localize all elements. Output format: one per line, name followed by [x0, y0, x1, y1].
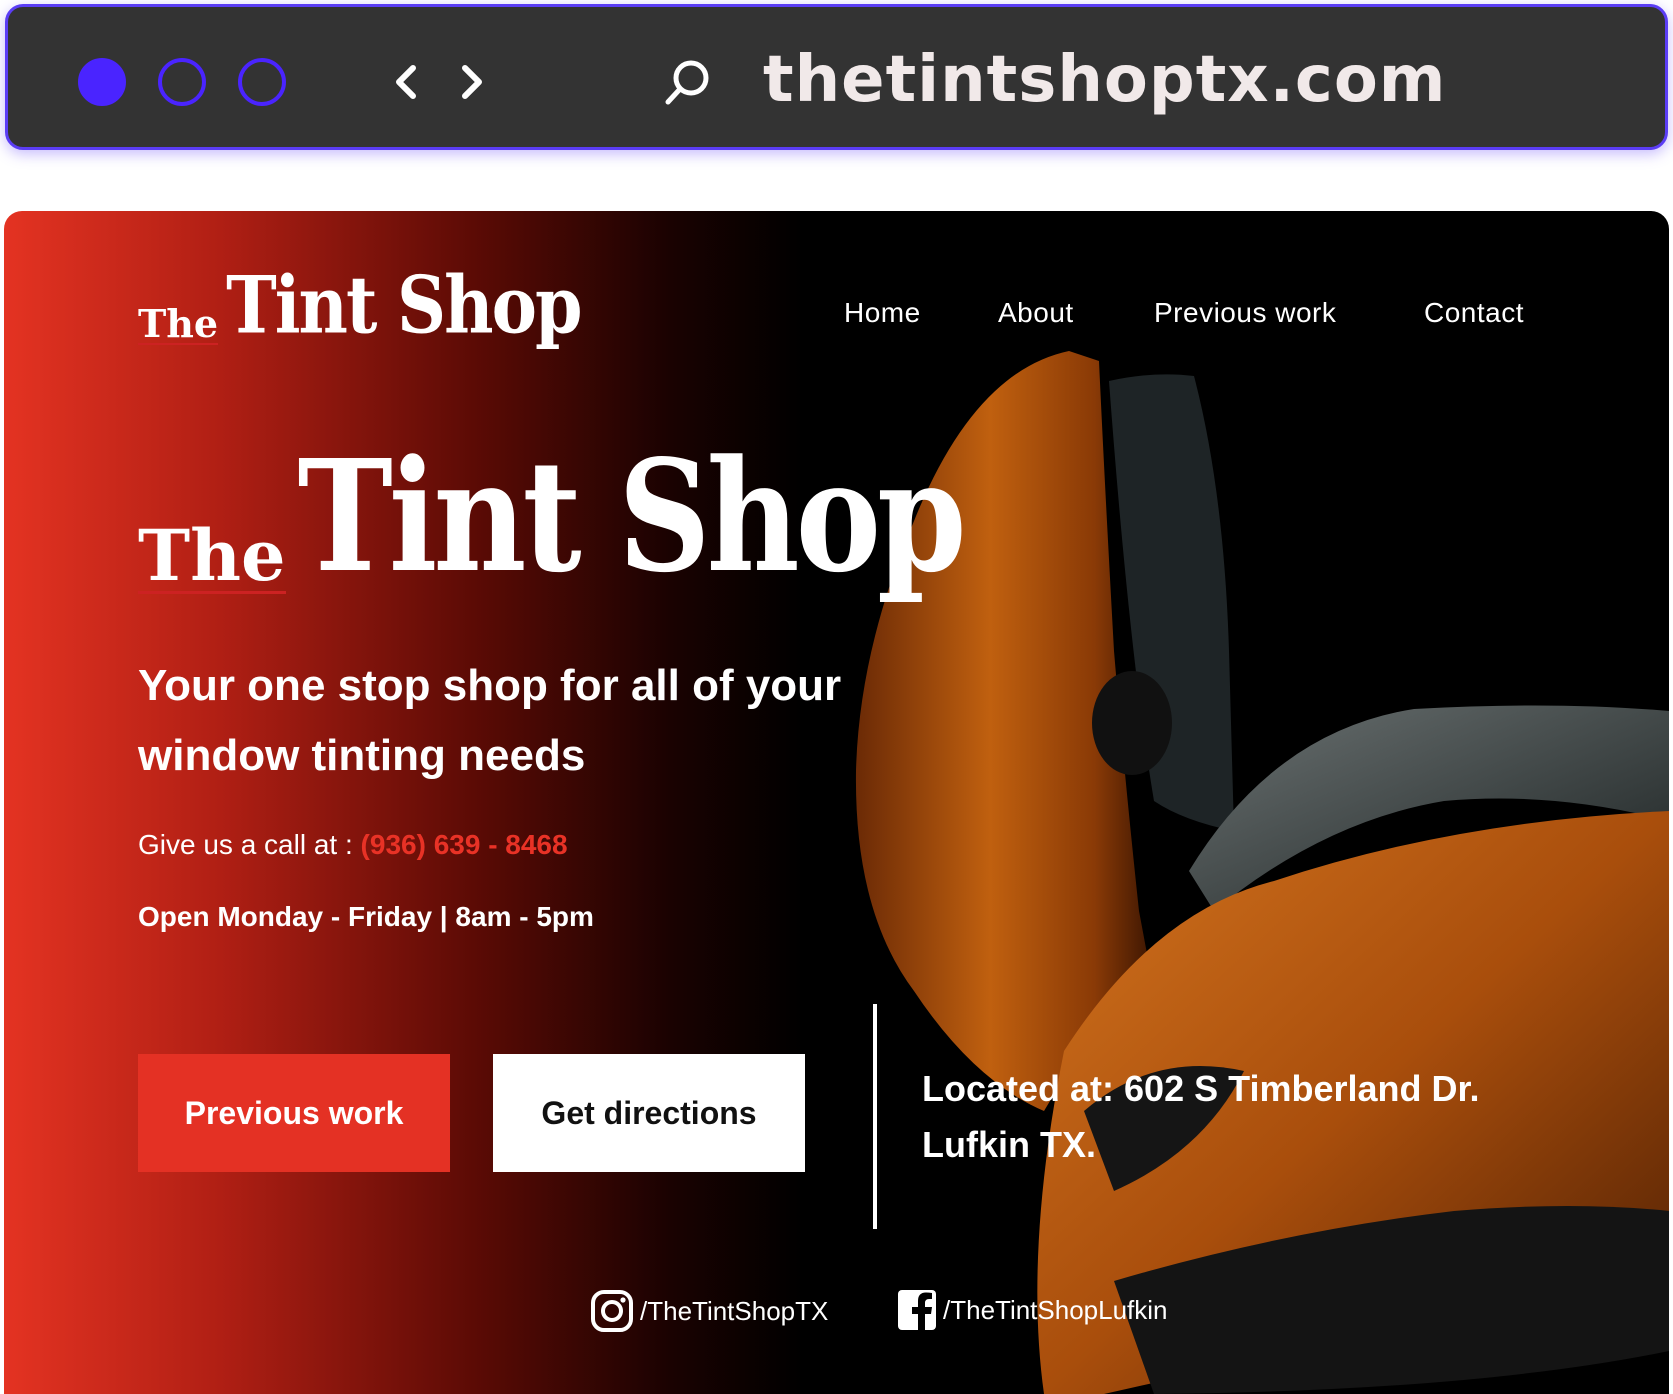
- car-image: [855, 351, 1669, 1394]
- hero-logo-main: Tint Shop: [297, 427, 967, 608]
- phone-number[interactable]: (936) 639 - 8468: [361, 829, 568, 860]
- hero-section: The Tint Shop Home About Previous work C…: [4, 211, 1669, 1394]
- address-bar-url[interactable]: thetintshoptx.com: [763, 43, 1446, 117]
- vertical-divider: [873, 1004, 877, 1229]
- address-line-1: Located at: 602 S Timberland Dr.: [922, 1068, 1480, 1109]
- logo-the: The: [138, 301, 219, 346]
- browser-toolbar: thetintshoptx.com: [5, 4, 1668, 150]
- window-close-dot[interactable]: [78, 58, 126, 106]
- instagram-icon: [591, 1290, 633, 1332]
- logo-main: Tint Shop: [226, 259, 582, 352]
- business-hours: Open Monday - Friday | 8am - 5pm: [138, 901, 594, 932]
- facebook-link[interactable]: /TheTintShopLufkin: [897, 1289, 1168, 1331]
- nav-home[interactable]: Home: [844, 297, 921, 329]
- previous-work-button[interactable]: Previous work: [138, 1054, 450, 1172]
- instagram-handle[interactable]: /TheTintShopTX: [640, 1296, 828, 1327]
- hero-logo-the: The: [138, 514, 286, 597]
- address: Located at: 602 S Timberland Dr. Lufkin …: [922, 1061, 1480, 1173]
- nav-about[interactable]: About: [998, 297, 1074, 329]
- header-logo[interactable]: The Tint Shop: [138, 267, 583, 346]
- facebook-handle[interactable]: /TheTintShopLufkin: [943, 1295, 1168, 1326]
- call-line: Give us a call at : (936) 639 - 8468: [138, 829, 568, 861]
- nav-previous-work[interactable]: Previous work: [1154, 297, 1336, 329]
- nav-contact[interactable]: Contact: [1424, 297, 1524, 329]
- address-line-2: Lufkin TX.: [922, 1124, 1096, 1165]
- window-minimize-dot[interactable]: [158, 58, 206, 106]
- call-prefix: Give us a call at :: [138, 829, 353, 860]
- forward-arrow-icon[interactable]: [450, 59, 494, 105]
- facebook-icon: [898, 1290, 936, 1331]
- hero-logo: The Tint Shop: [138, 440, 967, 597]
- window-maximize-dot[interactable]: [238, 58, 286, 106]
- hero-tagline: Your one stop shop for all of your windo…: [138, 661, 842, 780]
- get-directions-button[interactable]: Get directions: [493, 1054, 805, 1172]
- search-icon[interactable]: [663, 57, 713, 107]
- instagram-link[interactable]: /TheTintShopTX: [590, 1289, 828, 1333]
- back-arrow-icon[interactable]: [384, 59, 428, 105]
